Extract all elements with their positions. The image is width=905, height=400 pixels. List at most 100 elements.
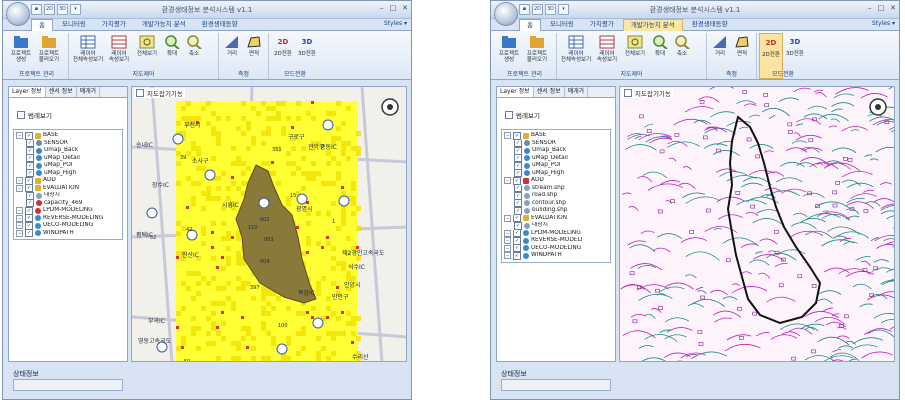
- layer-checkbox[interactable]: ✓: [514, 199, 522, 207]
- tab-layer-info[interactable]: Layer 정보: [497, 87, 534, 97]
- expand-toggle-icon[interactable]: −: [16, 229, 23, 237]
- layer-checkbox[interactable]: ✓: [513, 214, 521, 222]
- styles-menu[interactable]: Styles ▾: [872, 20, 895, 27]
- styles-menu[interactable]: Styles ▾: [384, 20, 407, 27]
- expand-toggle-icon[interactable]: −: [16, 222, 23, 230]
- layer-checkbox[interactable]: ✓: [25, 207, 33, 215]
- layer-tree-item[interactable]: ✓ building.shp: [502, 207, 610, 215]
- maximize-icon[interactable]: □: [878, 4, 885, 12]
- maximize-icon[interactable]: □: [390, 4, 397, 12]
- expand-toggle-icon[interactable]: −: [16, 207, 23, 215]
- expand-toggle-icon[interactable]: −: [504, 229, 511, 237]
- layer-checkbox[interactable]: ✓: [513, 244, 521, 252]
- layer-tree-item[interactable]: − ✓ REVERSE-MODELI: [502, 237, 610, 245]
- map-grab-toggle[interactable]: 지도잡기기능: [134, 88, 185, 98]
- layer-checkbox[interactable]: ✓: [514, 154, 522, 162]
- layer-tree-item[interactable]: − ✓ ADD: [502, 177, 610, 185]
- layer-tree-item[interactable]: ✓ uMap_Detail: [14, 154, 122, 162]
- layer-tree-item[interactable]: ✓ capacity_469: [14, 199, 122, 207]
- layer-checkbox[interactable]: ✓: [26, 169, 34, 177]
- tab-sensor-info[interactable]: 센서 정보: [46, 87, 77, 97]
- layer-checkbox[interactable]: ✓: [514, 207, 522, 215]
- map-grab-checkbox[interactable]: [624, 89, 632, 97]
- layer-checkbox[interactable]: ✓: [26, 147, 34, 155]
- close-icon[interactable]: ✕: [890, 4, 896, 12]
- layer-checkbox[interactable]: ✓: [25, 214, 33, 222]
- minimize-icon[interactable]: –: [868, 4, 872, 12]
- layer-tree-item[interactable]: ✓ 대상지: [14, 192, 122, 200]
- layer-tree-item[interactable]: − ✓ REVERSE-MODELING: [14, 214, 122, 222]
- layer-checkbox[interactable]: ✓: [514, 162, 522, 170]
- layer-checkbox[interactable]: ✓: [514, 147, 522, 155]
- tab-home[interactable]: 홈: [31, 19, 53, 31]
- layer-tree-item[interactable]: ✓ uMap_POI: [502, 162, 610, 170]
- layer-checkbox[interactable]: ✓: [25, 132, 33, 140]
- legend-checkbox[interactable]: [17, 111, 25, 119]
- tab-valuation[interactable]: 가치평가: [95, 19, 133, 30]
- layer-tree-item[interactable]: ✓ 대상지: [502, 222, 610, 230]
- expand-toggle-icon[interactable]: −: [16, 177, 23, 185]
- tab-parameter[interactable]: 매개가: [565, 87, 589, 97]
- tab-development-analysis[interactable]: 개발가능지 분석: [622, 19, 683, 31]
- map-canvas[interactable]: [620, 87, 895, 362]
- layer-tree-item[interactable]: − ✓ WINDPATH: [14, 229, 122, 237]
- layer-tree-item[interactable]: − ✓ BASE: [502, 132, 610, 140]
- layer-checkbox[interactable]: ✓: [514, 139, 522, 147]
- minimize-icon[interactable]: –: [380, 4, 384, 12]
- layer-checkbox[interactable]: ✓: [513, 132, 521, 140]
- layer-tree-item[interactable]: ✓ contour.shp: [502, 199, 610, 207]
- layer-tree-item[interactable]: − ✓ LPDM-MODELING: [502, 229, 610, 237]
- layer-checkbox[interactable]: ✓: [26, 162, 34, 170]
- legend-checkbox[interactable]: [505, 111, 513, 119]
- close-icon[interactable]: ✕: [402, 4, 408, 12]
- layer-checkbox[interactable]: ✓: [513, 177, 521, 185]
- layer-checkbox[interactable]: ✓: [26, 139, 34, 147]
- layer-tree-item[interactable]: − ✓ EVALUATION: [14, 184, 122, 192]
- layer-tree-item[interactable]: ✓ Umap_Back: [14, 147, 122, 155]
- map-canvas[interactable]: 부천시송내IC시흥IC장수IC중동IC소사구구로구관악구평택IC안양시광명시제2…: [132, 87, 407, 362]
- layer-tree-item[interactable]: ✓ uMap_POI: [14, 162, 122, 170]
- map-view[interactable]: 지도잡기기능 부천시 송내IC 시흥IC 장수IC 중동IC 소사구 구로구 관악구 평택IC 안…: [131, 86, 407, 362]
- layer-tree-item[interactable]: ✓ Umap_Back: [502, 147, 610, 155]
- layer-tree-item[interactable]: ✓ uMap_High: [14, 169, 122, 177]
- tab-parameter[interactable]: 매개가: [77, 87, 101, 97]
- layer-checkbox[interactable]: ✓: [25, 184, 33, 192]
- expand-toggle-icon[interactable]: −: [504, 177, 511, 185]
- layer-checkbox[interactable]: ✓: [514, 192, 522, 200]
- map-grab-toggle[interactable]: 지도잡기기능: [622, 88, 673, 98]
- tab-monitoring[interactable]: 모니터링: [55, 19, 93, 30]
- expand-toggle-icon[interactable]: −: [504, 252, 511, 260]
- expand-toggle-icon[interactable]: −: [16, 132, 23, 140]
- layer-checkbox[interactable]: ✓: [513, 237, 521, 245]
- application-menu-button[interactable]: [494, 2, 518, 26]
- layer-checkbox[interactable]: ✓: [26, 192, 34, 200]
- tab-monitoring[interactable]: 모니터링: [543, 19, 581, 30]
- map-view[interactable]: 지도잡기기능: [619, 86, 895, 362]
- layer-tree-item[interactable]: − ✓ UECO-MODELING: [502, 244, 610, 252]
- tab-valuation[interactable]: 가치평가: [583, 19, 621, 30]
- layer-tree-item[interactable]: ✓ road.shp: [502, 192, 610, 200]
- layer-checkbox[interactable]: ✓: [26, 199, 34, 207]
- layer-checkbox[interactable]: ✓: [25, 177, 33, 185]
- expand-toggle-icon[interactable]: −: [504, 132, 511, 140]
- expand-toggle-icon[interactable]: −: [504, 237, 511, 245]
- layer-tree-item[interactable]: − ✓ ADD: [14, 177, 122, 185]
- layer-tree-item[interactable]: ✓ SENSOR: [14, 139, 122, 147]
- layer-checkbox[interactable]: ✓: [514, 169, 522, 177]
- tab-layer-info[interactable]: Layer 정보: [9, 87, 46, 97]
- tab-development-analysis[interactable]: 개발가능지 분석: [135, 19, 193, 30]
- legend-toggle[interactable]: 범례보기: [17, 110, 127, 120]
- expand-toggle-icon[interactable]: −: [16, 184, 23, 192]
- layer-tree-item[interactable]: ✓ uMap_High: [502, 169, 610, 177]
- layer-checkbox[interactable]: ✓: [514, 184, 522, 192]
- layer-checkbox[interactable]: ✓: [25, 222, 33, 230]
- layer-tree-item[interactable]: − ✓ EVALUATION: [502, 214, 610, 222]
- tab-eco-trend[interactable]: 환경생태동향: [195, 19, 245, 30]
- layer-tree-item[interactable]: ✓ stream.shp: [502, 184, 610, 192]
- layer-checkbox[interactable]: ✓: [513, 229, 521, 237]
- layer-checkbox[interactable]: ✓: [25, 229, 33, 237]
- map-grab-checkbox[interactable]: [136, 89, 144, 97]
- layer-tree-item[interactable]: − ✓ LPDM-MODELING: [14, 207, 122, 215]
- layer-tree-item[interactable]: − ✓ WINDPATH: [502, 252, 610, 260]
- layer-tree-item[interactable]: − ✓ UECO-MODELING: [14, 222, 122, 230]
